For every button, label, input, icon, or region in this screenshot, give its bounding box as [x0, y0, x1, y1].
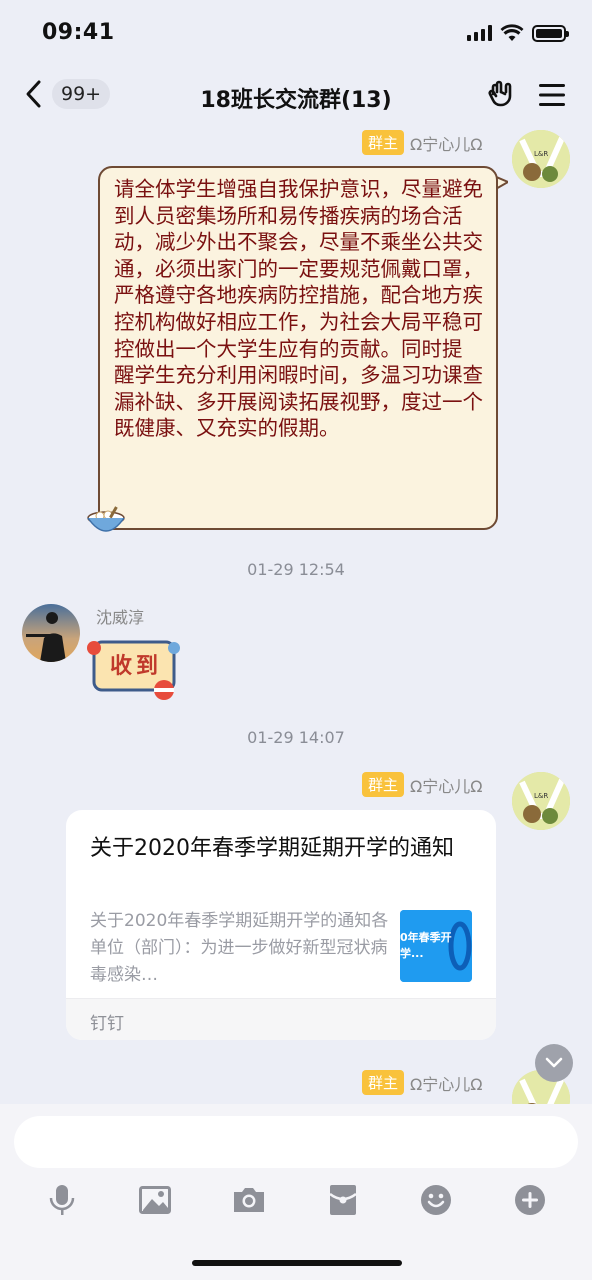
input-area: [0, 1104, 592, 1280]
group-owner-badge: 群主: [362, 772, 405, 797]
svg-text:L&R: L&R: [534, 150, 548, 158]
received-sticker[interactable]: 收到: [84, 634, 184, 706]
svg-text:L&R: L&R: [534, 792, 548, 800]
message-bubble[interactable]: 请全体学生增强自我保护意识，尽量避免到人员密集场所和易传播疾病的场合活动，减少外…: [98, 166, 498, 530]
link-card-description: 关于2020年春季学期延期开学的通知各单位（部门）：为进一步做好新型冠状病毒感染…: [90, 911, 389, 985]
avatar[interactable]: L&R: [512, 772, 570, 830]
thumbnail-text: 0年春季开学...: [400, 931, 452, 960]
microphone-icon[interactable]: [42, 1180, 82, 1220]
plus-icon[interactable]: [510, 1180, 550, 1220]
input-toolbar: [0, 1178, 592, 1222]
sender-line: 群主 Ω宁心儿Ω: [362, 772, 482, 797]
image-icon[interactable]: [135, 1180, 175, 1220]
chevron-down-icon: [545, 1057, 563, 1068]
camera-icon[interactable]: [229, 1180, 269, 1220]
avatar[interactable]: [22, 604, 80, 662]
battery-icon: [532, 24, 569, 42]
hand-gesture-icon[interactable]: [486, 78, 518, 110]
link-card[interactable]: 关于2020年春季学期延期开学的通知 关于2020年春季学期延期开学的通知各单位…: [66, 810, 496, 1040]
status-bar: 09:41: [0, 0, 592, 70]
scroll-to-bottom-button[interactable]: [535, 1044, 573, 1082]
chat-message-list[interactable]: 群主 Ω宁心儿Ω L&R 请全体学生增强自我保护意识，尽量避免到人员密集场所和易…: [0, 126, 592, 1104]
timestamp: 01-29 12:54: [247, 560, 345, 579]
sender-name: Ω宁心儿Ω: [410, 1074, 483, 1094]
timestamp: 01-29 14:07: [247, 728, 345, 747]
sender-line: 群主 Ω宁心儿Ω: [362, 1070, 482, 1095]
message-text: 请全体学生增强自我保护意识，尽量避免到人员密集场所和易传播疾病的场合活动，减少外…: [114, 177, 483, 441]
emoji-icon[interactable]: [416, 1180, 456, 1220]
link-card-title: 关于2020年春季学期延期开学的通知: [90, 836, 454, 861]
nav-bar: 99+ 18班长交流群(13): [0, 70, 592, 126]
sender-line: 群主 Ω宁心儿Ω: [362, 130, 482, 155]
sender-name: Ω宁心儿Ω: [410, 134, 483, 154]
avatar[interactable]: L&R: [512, 130, 570, 188]
message-input[interactable]: [14, 1116, 578, 1168]
red-packet-icon[interactable]: [323, 1180, 363, 1220]
wifi-icon: [500, 24, 524, 41]
link-card-source: 钉钉: [90, 1014, 124, 1034]
link-card-footer: 钉钉: [66, 998, 496, 1040]
group-owner-badge: 群主: [362, 1070, 405, 1095]
signal-icon: [467, 25, 492, 41]
home-indicator: [192, 1260, 402, 1266]
menu-icon[interactable]: [536, 80, 568, 110]
sender-name: Ω宁心儿Ω: [410, 776, 483, 796]
bowl-sticker-icon: [84, 504, 128, 538]
status-time: 09:41: [42, 20, 115, 45]
sticker-text: 收到: [110, 653, 163, 679]
group-owner-badge: 群主: [362, 130, 405, 155]
link-card-thumbnail: 0年春季开学...: [400, 910, 472, 982]
status-icons: [467, 24, 569, 42]
sender-name: 沈威淳: [96, 608, 145, 627]
